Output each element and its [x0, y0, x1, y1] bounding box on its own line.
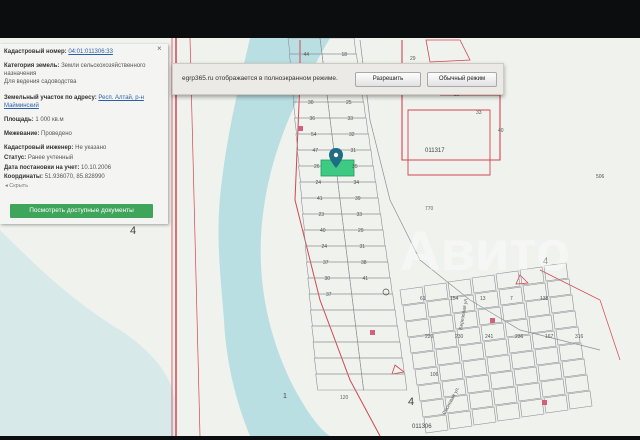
parcel-number: 236 [515, 334, 524, 340]
parcel-number: 35 [352, 164, 358, 170]
parcel-number: 23 [319, 212, 325, 218]
parcel-number: 40 [320, 228, 326, 234]
survey-value: Проведено [41, 131, 72, 137]
parcel-number: 37 [326, 292, 332, 298]
cadastral-number-row: Кадастровый номер: 04:01:011306:33 [4, 48, 162, 56]
address-link[interactable]: Респ. Алтай, р-н [98, 95, 144, 101]
parcel-number: 33 [357, 212, 363, 218]
parcel-number: 34 [354, 180, 360, 186]
parcel-number: 54 [311, 132, 317, 138]
watermark: Авито [400, 219, 570, 282]
parcel-number: 30 [325, 276, 331, 282]
block-label: 011306 [412, 424, 432, 430]
view-documents-button[interactable]: Посмотреть доступные документы [10, 204, 153, 218]
screen-top-bezel [0, 0, 640, 38]
engineer-label: Кадастровый инженер: [4, 145, 74, 151]
zone-label: 1 [283, 393, 287, 400]
parcel-number: 13 [480, 296, 486, 302]
category-value: Для ведения садоводства [4, 79, 77, 85]
date-label: Дата постановки на учет: [4, 165, 80, 171]
date-value: 10.10.2006 [81, 165, 112, 171]
zone-label: 4 [408, 396, 414, 408]
parcel-number: 40 [498, 128, 504, 134]
parcel-number: 31 [351, 148, 357, 154]
building-marker [490, 318, 495, 323]
parcel-number: 167 [545, 334, 554, 340]
survey-label: Межевание: [4, 131, 40, 137]
parcel-number: 30 [308, 100, 314, 106]
area-label: Площадь: [4, 117, 34, 123]
parcel-number: 39 [355, 196, 361, 202]
survey-row: Межевание: Проведено [4, 130, 162, 138]
status-row: Статус: Ранее учтенный [4, 154, 162, 162]
screen-bottom-bezel [0, 436, 640, 440]
parcel-number: 220 [425, 334, 434, 340]
misc-label: 770 [425, 206, 434, 212]
parcel-number: 24 [316, 180, 322, 186]
normal-mode-button[interactable]: Обычный режим [427, 72, 497, 87]
parcel-number: 36 [310, 116, 316, 122]
parcel-info-panel: × Кадастровый номер: 04:01:011306:33 Кат… [0, 44, 168, 224]
parcel-number: 32 [349, 132, 355, 138]
fullscreen-notification: egrp365.ru отображается в полноэкранном … [172, 63, 504, 95]
area-row: Площадь: 1 000 кв.м [4, 116, 162, 124]
address-link[interactable]: Майминский [4, 103, 39, 109]
parcel-number: 230 [455, 334, 464, 340]
parcel-number: 41 [317, 196, 323, 202]
parcel-number: 37 [323, 260, 329, 266]
coords-row: Координаты: 51.936070, 85.828990 [4, 173, 162, 181]
parcel-number: 31 [360, 244, 366, 250]
parcel-number: 26 [314, 164, 320, 170]
parcel-number: 154 [450, 296, 459, 302]
category-row: Категория земель: Земли сельскохозяйстве… [4, 62, 162, 86]
building-marker [298, 126, 303, 131]
screen: 4 4 1 4 011317 011306 120 770 Березовая … [0, 0, 640, 440]
hide-panel-link[interactable]: ◂ Скрыть [5, 182, 28, 190]
parcel-number: 33 [348, 116, 354, 122]
engineer-value: Не указано [75, 145, 107, 151]
parcel-number: 316 [575, 334, 584, 340]
parcel-number: 106 [430, 372, 439, 378]
address-label: Земельный участок по адресу: [4, 95, 97, 101]
parcel-number: 18 [342, 52, 348, 58]
category-value: Земли сельскохозяйственного [61, 63, 146, 69]
parcel-number: 506 [596, 174, 605, 180]
parcel-number: 138 [540, 296, 549, 302]
parcel-number: 7 [510, 296, 513, 302]
category-value: назначения [4, 71, 37, 77]
cadastral-number-label: Кадастровый номер: [4, 49, 67, 55]
parcel-number: 24 [322, 244, 328, 250]
category-label: Категория земель: [4, 63, 60, 69]
parcel-number: 44 [304, 52, 310, 58]
parcel-number: 41 [363, 276, 369, 282]
block-label: 011317 [425, 148, 445, 154]
date-row: Дата постановки на учет: 10.10.2006 [4, 164, 162, 172]
cadastral-number-link[interactable]: 04:01:011306:33 [68, 49, 113, 55]
address-row: Земельный участок по адресу: Респ. Алтай… [4, 94, 162, 110]
coords-value: 51.936070, 85.828990 [44, 174, 105, 180]
parcel-number: 38 [361, 260, 367, 266]
parcel-number: 61 [420, 296, 426, 302]
allow-fullscreen-button[interactable]: Разрешить [355, 72, 421, 87]
area-value: 1 000 кв.м [35, 117, 64, 123]
parcel-number: 25 [346, 100, 352, 106]
status-label: Статус: [4, 155, 27, 161]
coords-label: Координаты: [4, 174, 44, 180]
engineer-row: Кадастровый инженер: Не указано [4, 144, 162, 152]
parcel-number: 29 [358, 228, 364, 234]
river-label: 120 [340, 395, 349, 401]
location-marker-dot [333, 152, 339, 158]
parcel-number: 47 [313, 148, 319, 154]
status-value: Ранее учтенный [27, 155, 74, 161]
zone-label: 4 [130, 225, 136, 237]
parcel-number: 33 [476, 110, 482, 116]
building-marker [542, 400, 547, 405]
parcel-number: 29 [410, 56, 416, 62]
parcel-number: 241 [485, 334, 494, 340]
building-marker [370, 330, 375, 335]
fullscreen-message: egrp365.ru отображается в полноэкранном … [182, 75, 338, 82]
